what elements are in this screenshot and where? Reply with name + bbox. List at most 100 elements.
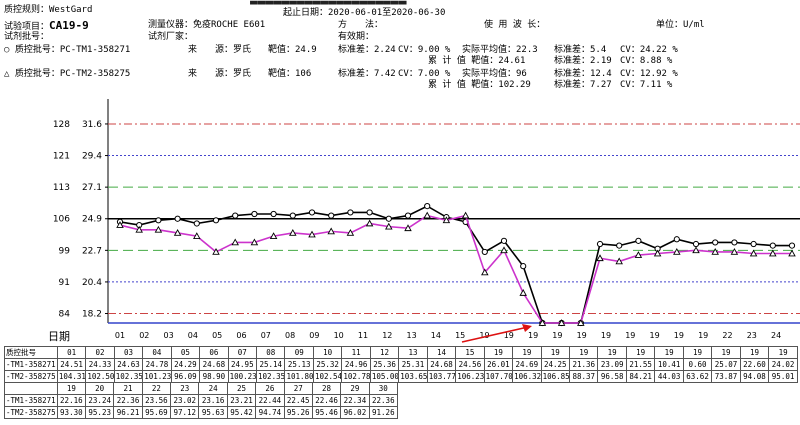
table-day-header: 12	[369, 346, 400, 359]
table-cell: 25.31	[398, 358, 428, 371]
table-day-header: 19	[768, 346, 798, 359]
table-day-header: 21	[113, 382, 143, 395]
table-cell: 101.80	[284, 370, 314, 383]
table-cell: 84.21	[625, 370, 656, 383]
data-point-circle	[616, 242, 623, 249]
unit: 单位：U/ml	[656, 20, 705, 30]
table-cell: 73.87	[711, 370, 741, 383]
data-point-circle	[155, 217, 162, 224]
table-cell: 91.26	[368, 406, 399, 419]
x-tick-label: 19	[625, 331, 635, 340]
table-day-header: 19	[569, 346, 599, 359]
table-cell: 24.69	[512, 358, 542, 371]
x-tick-label: 19	[601, 331, 611, 340]
table-cell: 24.78	[142, 358, 172, 371]
table-row-label: -TM2-358275	[4, 406, 58, 419]
table-day-header: 30	[368, 382, 399, 395]
data-point-circle	[328, 212, 335, 219]
control2-actual-mean: 实际平均值：96	[462, 69, 527, 79]
table-row: -TM2-358275 93.30 95.23 96.21 95.69 97.12 95.6…	[4, 406, 399, 419]
table-cell: 95.26	[283, 406, 313, 419]
table-day-header: 19	[682, 346, 713, 359]
x-tick-label: 19	[650, 331, 660, 340]
y-tick-label-right: 20.4	[82, 278, 102, 288]
table-day-header: 19	[56, 382, 87, 395]
y-tick-label-left: 84	[59, 310, 71, 320]
table-cell: 101.23	[142, 370, 172, 383]
x-tick-label: 05	[212, 331, 222, 340]
table-header-row: 质控批号 01 02 03 04 05 06 07 08 09 10 11 12 13 14 15 19 19 19…	[4, 346, 798, 359]
table-cell: 24.68	[199, 358, 229, 371]
control2-source: 来 源：罗氏	[188, 69, 252, 79]
table-cell: 23.16	[198, 394, 228, 407]
table-day-header: 19	[711, 346, 741, 359]
y-tick-label-left: 128	[53, 120, 70, 130]
table-row-label: -TM2-358275	[4, 370, 58, 383]
table-cell: 98.90	[199, 370, 229, 383]
table-cell: 24.51	[56, 358, 87, 371]
data-point-circle	[347, 209, 354, 216]
table-day-header: 20	[85, 382, 115, 395]
data-point-circle	[788, 242, 796, 249]
table-cell: 96.21	[113, 406, 143, 419]
table-day-header: 19	[739, 346, 770, 359]
table-day-header: 05	[170, 346, 201, 359]
table-cell: 102.35	[256, 370, 286, 383]
table-day-header: 27	[283, 382, 313, 395]
y-tick-label-left: 106	[53, 215, 70, 225]
table-cell: 22.44	[255, 394, 285, 407]
table-cell: 102.78	[341, 370, 371, 383]
table-cell: 102.54	[312, 370, 343, 383]
table-cell: 104.31	[56, 370, 87, 383]
x-tick-label: 06	[236, 331, 246, 340]
control2-cum-cv: CV：7.11 %	[620, 80, 673, 90]
table-day-header: 19	[540, 346, 571, 359]
table-cell: 107.70	[483, 370, 514, 383]
table-cell: 100.23	[227, 370, 258, 383]
table-cell: 106.85	[540, 370, 571, 383]
table-day-header: 24	[198, 382, 228, 395]
data-point-circle	[308, 209, 316, 216]
table-row: -TM1-358271 22.16 23.24 22.36 23.56 23.02 23.1…	[4, 394, 399, 407]
x-tick-label: 22	[722, 331, 732, 340]
data-point-circle	[712, 239, 719, 246]
series-line-2	[119, 214, 792, 324]
table-cell: 96.58	[597, 370, 627, 383]
table-day-header: 26	[255, 382, 285, 395]
data-point-circle	[289, 212, 296, 219]
table-cell: 23.24	[85, 394, 115, 407]
reagent-batch: 试剂批号：	[4, 32, 50, 42]
data-point-circle	[769, 242, 776, 249]
levey-jennings-chart: 84 18.2 91 20.4 99 22.7 106 24.9 113 27.1 121 29.4 1…	[48, 99, 800, 343]
table-cell: 102.50	[85, 370, 115, 383]
table-day-header: 07	[227, 346, 258, 359]
control1-actual-mean: 实际平均值：22.3	[462, 45, 538, 55]
annotation-arrow-shaft	[461, 326, 529, 343]
circle-marker-icon: ○	[4, 45, 10, 55]
x-tick-label: 19	[698, 331, 708, 340]
series-line-1	[119, 205, 792, 324]
table-header-row: 19 20 21 22 23 24 25 26 27 28 29 30	[4, 382, 399, 395]
control1-source: 来 源：罗氏	[188, 45, 252, 55]
method: 方 法：	[338, 20, 384, 30]
table-day-header: 15	[455, 346, 485, 359]
table-cell: 22.16	[56, 394, 87, 407]
chart-title-fragment: ▬▬▬▬▬▬▬▬▬▬▬▬▬▬▬▬▬▬▬▬	[250, 0, 570, 5]
table-cell: 25.13	[284, 358, 314, 371]
x-tick-label: 04	[188, 331, 198, 340]
x-tick-label: 24	[771, 331, 781, 340]
reagent-maker: 试剂厂家：	[148, 32, 194, 42]
table-header-label	[4, 382, 58, 395]
table-cell: 23.56	[141, 394, 172, 407]
table-cell: 94.74	[255, 406, 285, 419]
y-tick-label-left: 91	[59, 278, 70, 288]
x-tick-label: 03	[164, 331, 174, 340]
data-point-circle	[424, 203, 431, 210]
table-day-header: 09	[284, 346, 314, 359]
table-cell: 96.02	[340, 406, 370, 419]
table-day-header: 23	[170, 382, 200, 395]
qc-rule: 质控规则：WestGard	[4, 5, 93, 15]
table-row: -TM1-358271 24.51 24.33 24.63 24.78 24.29 24.6…	[4, 358, 798, 371]
table-day-header: 28	[311, 382, 342, 395]
table-day-header: 04	[142, 346, 172, 359]
